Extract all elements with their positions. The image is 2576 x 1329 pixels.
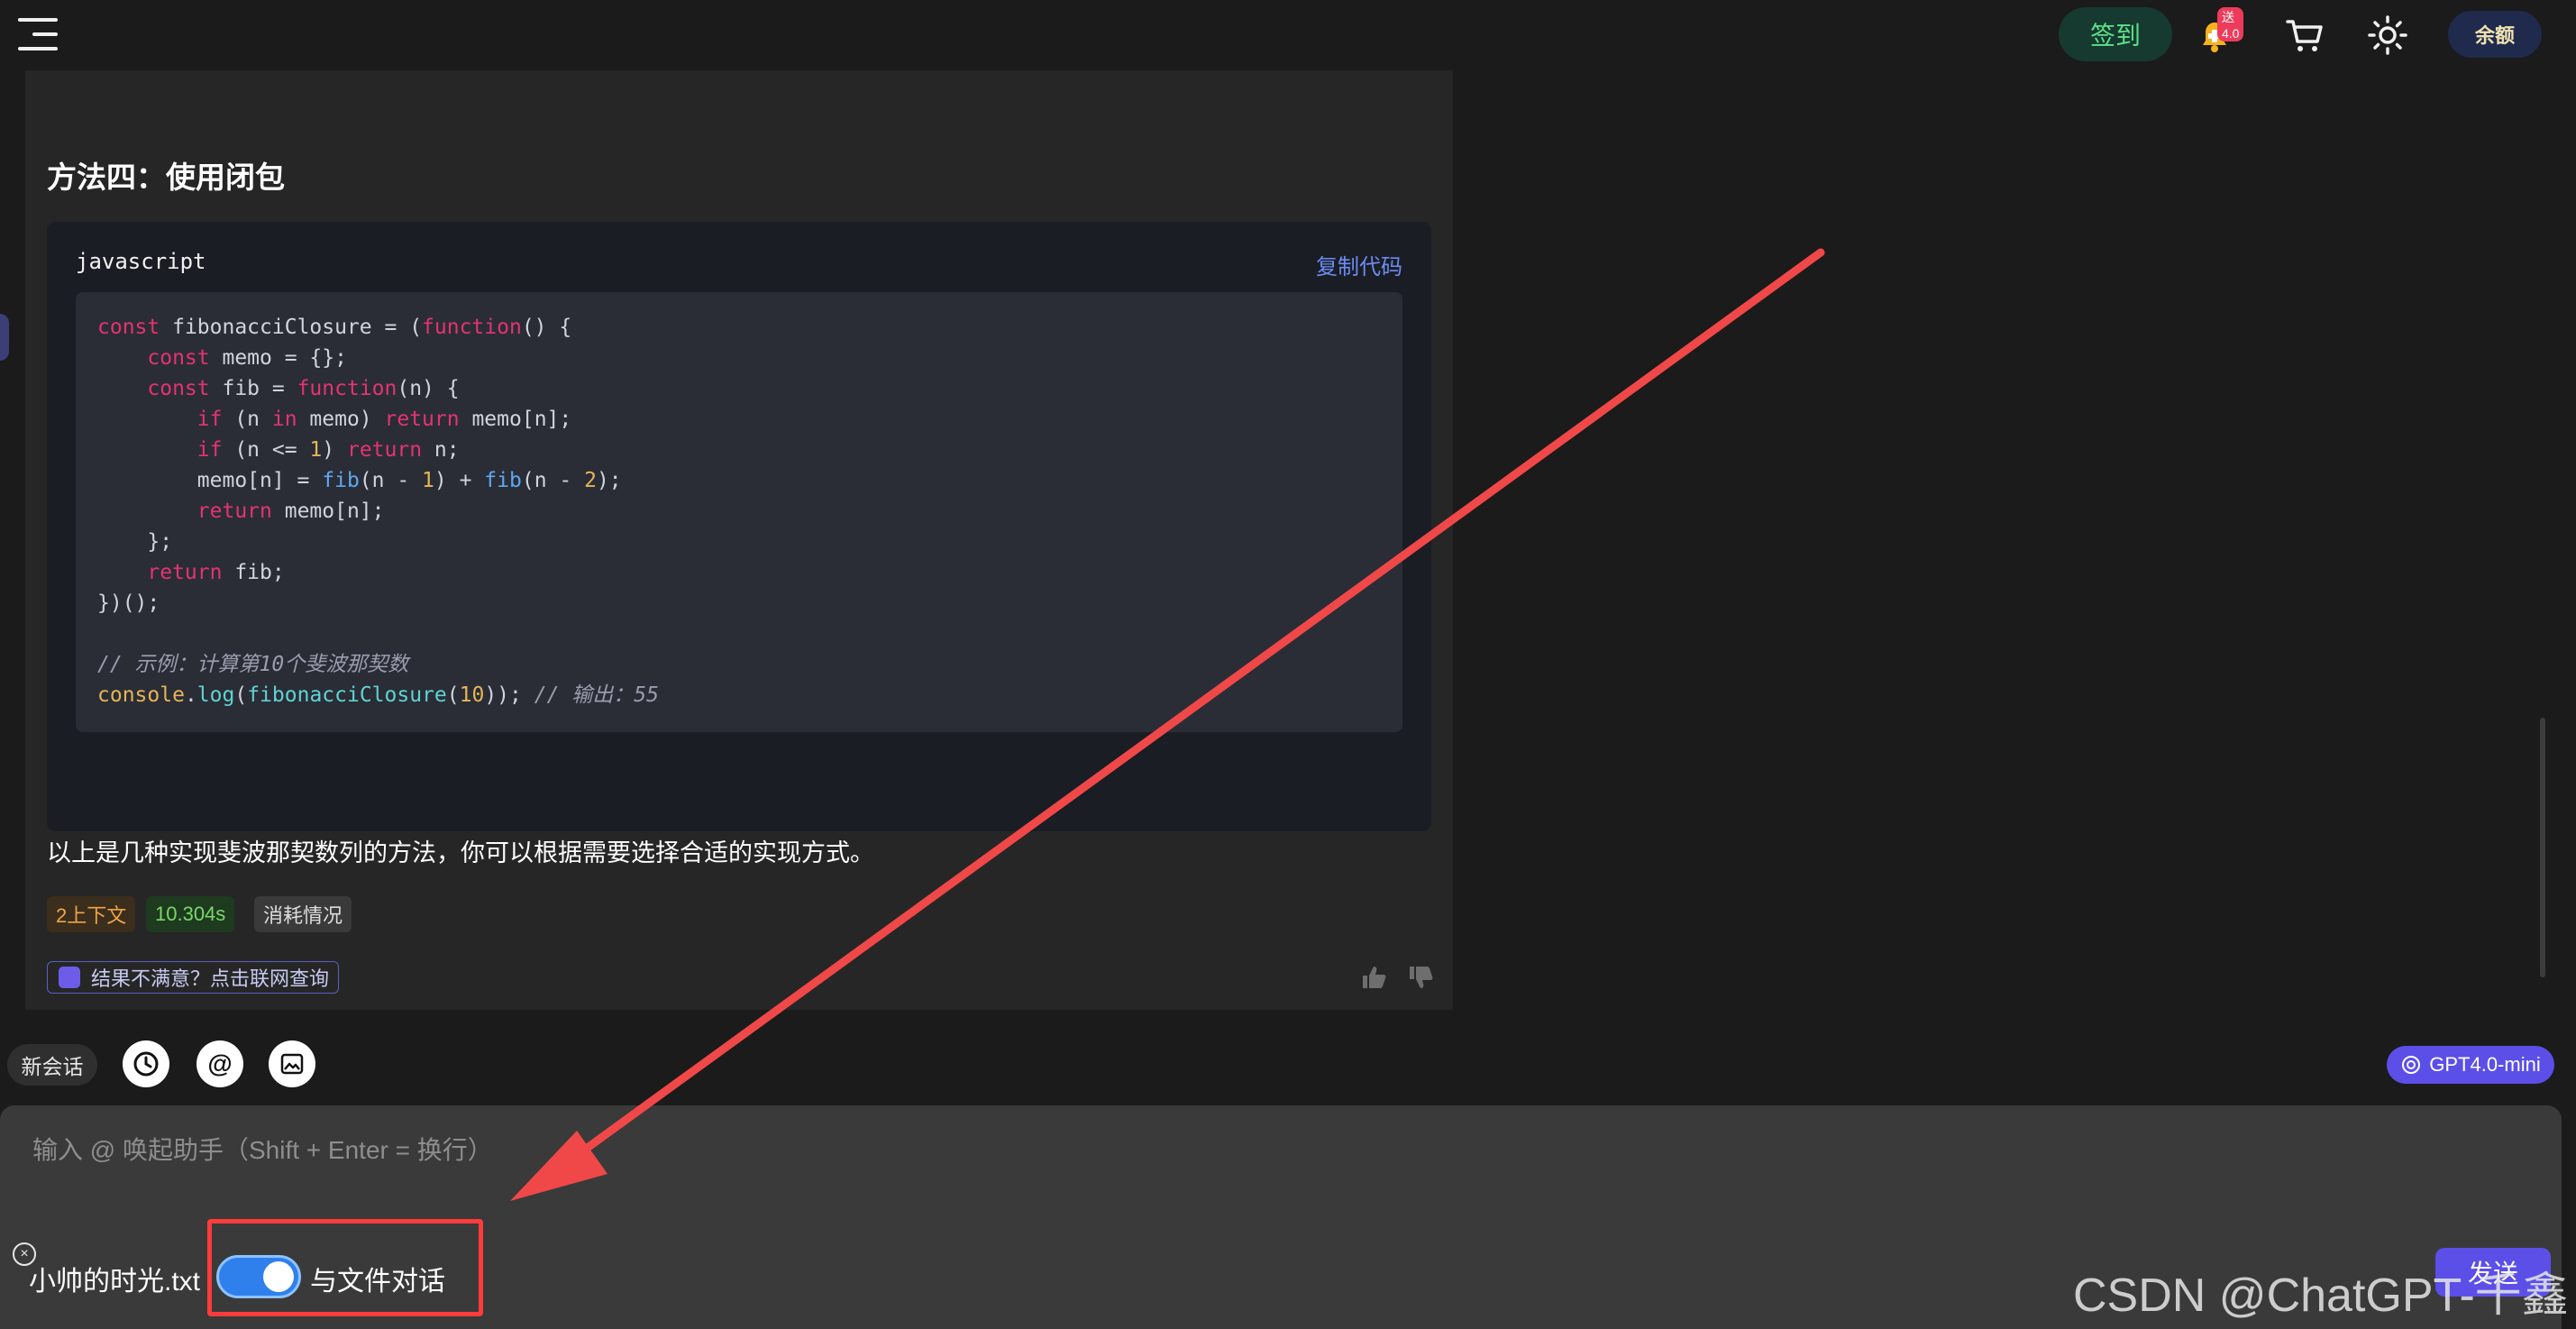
web-search-button[interactable]: 结果不满意？点击联网查询 <box>47 961 339 994</box>
history-icon <box>133 1051 159 1077</box>
code-line: }; <box>97 530 173 554</box>
notification-button[interactable]: 送4.0 <box>2192 7 2244 58</box>
attached-file-name: 小帅的时光.txt <box>29 1267 201 1297</box>
cart-button[interactable] <box>2282 13 2327 58</box>
summary-text: 以上是几种实现斐波那契数列的方法，你可以根据需要选择合适的实现方式。 <box>47 839 874 866</box>
code-line: if (n in memo) return memo[n]; <box>97 408 572 431</box>
code-line: if (n <= 1) return n; <box>97 438 460 462</box>
new-chat-button[interactable]: 新会话 <box>7 1044 97 1086</box>
code-line: return fib; <box>97 561 285 584</box>
scrollbar[interactable] <box>2540 718 2545 977</box>
assistant-message: 方法四：使用闭包 javascript 复制代码 const fibonacci… <box>25 70 1453 1010</box>
code-line: const fib = function(n) { <box>97 377 460 400</box>
code-line: const fibonacciClosure = (function() { <box>97 316 572 339</box>
code-line: const memo = {}; <box>97 346 347 370</box>
code-line: // 示例：计算第10个斐波那契数 <box>97 653 409 676</box>
checkin-button[interactable]: 签到 <box>2059 7 2172 61</box>
model-selector[interactable]: GPT4.0-mini <box>2387 1046 2554 1084</box>
code-line: memo[n] = fib(n - 1) + fib(n - 2); <box>97 469 622 492</box>
model-label: GPT4.0-mini <box>2429 1053 2541 1076</box>
code-line: console.log(fibonacciClosure(10)); // 输出… <box>97 683 659 707</box>
code-block: javascript 复制代码 const fibonacciClosure =… <box>47 222 1431 831</box>
annotation-highlight-box <box>207 1219 483 1316</box>
top-bar: 签到 送4.0 余额 <box>0 0 2576 69</box>
openai-icon <box>2402 1056 2421 1074</box>
copy-code-button[interactable]: 复制代码 <box>1316 249 1402 280</box>
image-icon <box>280 1053 304 1075</box>
cart-icon <box>2286 20 2323 51</box>
code-content: const fibonacciClosure = (function() { c… <box>76 292 1402 732</box>
image-button[interactable] <box>269 1040 315 1087</box>
context-tag: 2上下文 <box>47 896 136 932</box>
code-language-label: javascript <box>76 249 206 274</box>
section-heading: 方法四：使用闭包 <box>47 160 285 194</box>
code-line: })(); <box>97 591 160 615</box>
sparkle-icon <box>59 967 80 988</box>
chat-input[interactable] <box>32 1125 2376 1176</box>
usage-tag[interactable]: 消耗情况 <box>254 896 352 932</box>
web-search-label: 结果不满意？点击联网查询 <box>91 967 330 990</box>
history-button[interactable] <box>123 1040 169 1087</box>
balance-button[interactable]: 余额 <box>2448 11 2542 58</box>
notification-badge: 送4.0 <box>2217 7 2244 41</box>
sidebar-handle[interactable] <box>0 314 9 361</box>
thumbs-down-icon[interactable] <box>1406 963 1435 992</box>
mention-button[interactable]: @ <box>196 1040 243 1087</box>
hamburger-icon[interactable] <box>18 16 59 52</box>
thumbs-up-icon[interactable] <box>1359 963 1388 992</box>
response-time-tag: 10.304s <box>146 896 235 932</box>
watermark: CSDN @ChatGPT-千鑫 <box>2073 1269 2569 1322</box>
theme-button[interactable] <box>2365 13 2410 58</box>
sun-icon <box>2368 15 2407 55</box>
code-line: return memo[n]; <box>97 500 385 523</box>
